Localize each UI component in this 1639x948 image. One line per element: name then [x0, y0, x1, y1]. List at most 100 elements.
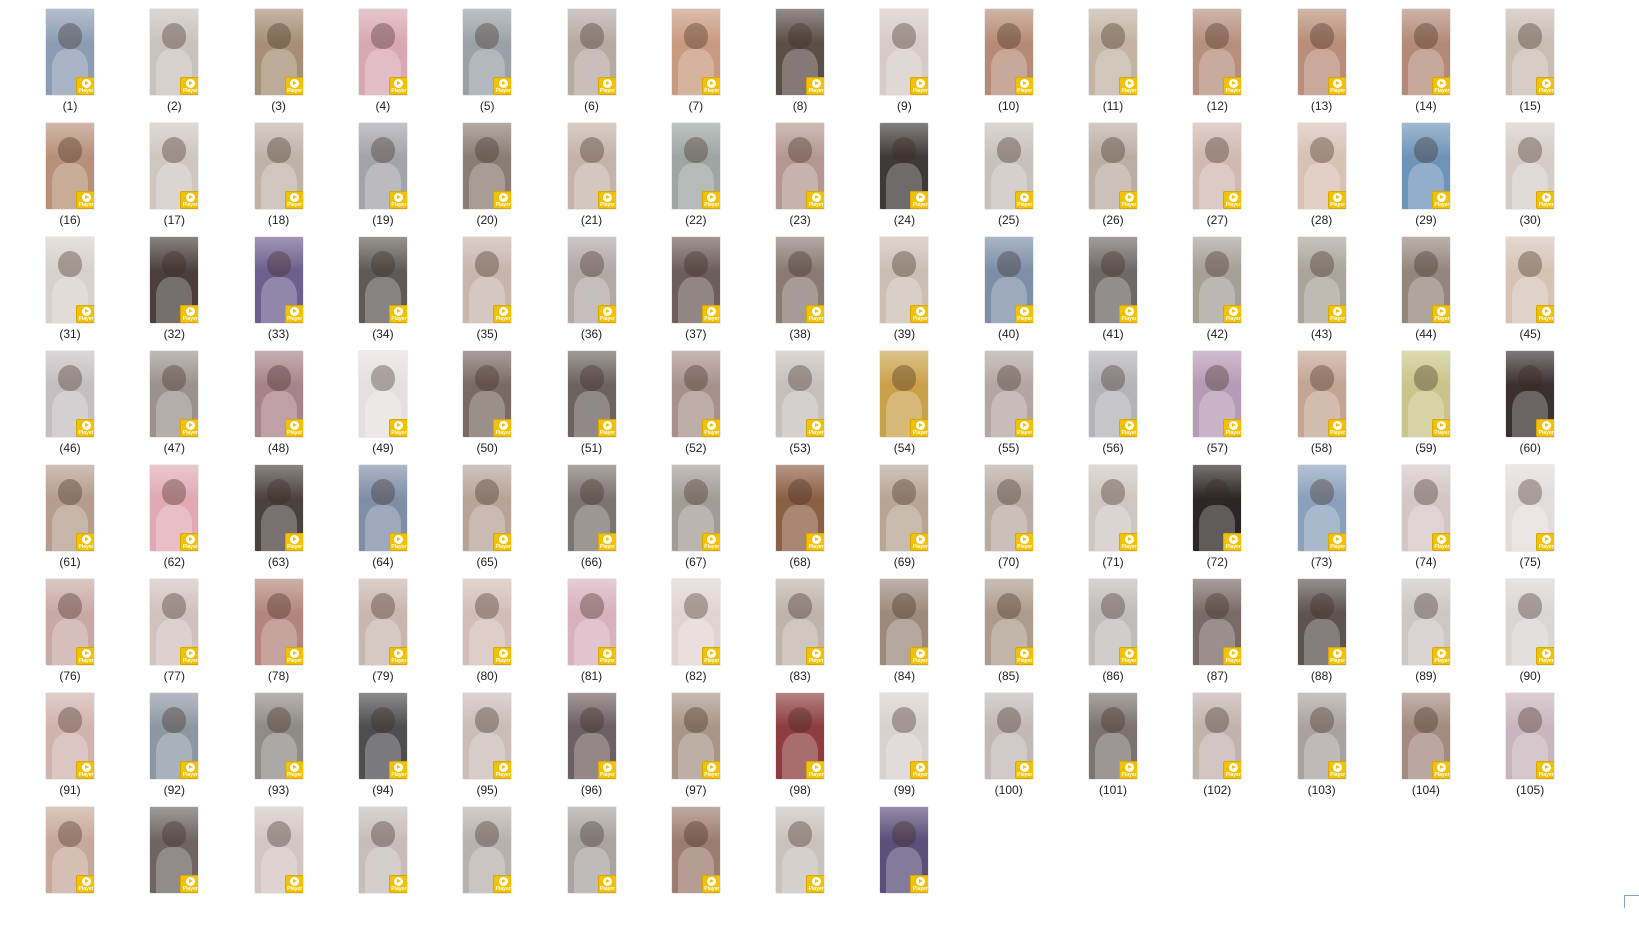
video-thumbnail[interactable]: Player — [358, 579, 407, 665]
video-thumbnail[interactable]: Player — [1297, 237, 1346, 323]
file-thumbnail-item[interactable]: Player (3) — [227, 0, 331, 114]
file-thumbnail-item[interactable]: Player (60) — [1478, 342, 1582, 456]
file-thumbnail-item[interactable]: Player (29) — [1374, 114, 1478, 228]
video-thumbnail[interactable]: Player — [1089, 237, 1137, 323]
video-thumbnail[interactable]: Player — [984, 123, 1033, 209]
video-thumbnail[interactable]: Player — [150, 237, 199, 323]
file-thumbnail-item[interactable]: Player (37) — [644, 228, 748, 342]
file-thumbnail-item[interactable]: Player (76) — [18, 570, 122, 684]
file-thumbnail-item[interactable]: Player (75) — [1478, 456, 1582, 570]
video-thumbnail[interactable]: Player — [671, 123, 720, 209]
video-thumbnail[interactable]: Player — [1089, 693, 1137, 779]
video-thumbnail[interactable]: Player — [463, 237, 512, 323]
video-thumbnail[interactable]: Player — [984, 579, 1033, 665]
file-thumbnail-item[interactable]: Player (4) — [331, 0, 435, 114]
video-thumbnail[interactable]: Player — [463, 465, 512, 551]
file-thumbnail-item[interactable]: Player (25) — [957, 114, 1061, 228]
video-thumbnail[interactable]: Player — [567, 351, 616, 437]
video-thumbnail[interactable]: Player — [1089, 9, 1137, 95]
video-thumbnail[interactable]: Player — [1193, 465, 1242, 551]
video-thumbnail[interactable]: Player — [46, 9, 94, 95]
video-thumbnail[interactable]: Player — [671, 807, 720, 893]
file-thumbnail-item[interactable]: Player (7) — [644, 0, 748, 114]
file-thumbnail-item[interactable]: Player (51) — [540, 342, 644, 456]
file-thumbnail-item[interactable]: Player (46) — [18, 342, 122, 456]
video-thumbnail[interactable]: Player — [463, 351, 512, 437]
file-thumbnail-item[interactable]: Player (104) — [1374, 684, 1478, 798]
file-thumbnail-item[interactable]: Player (68) — [748, 456, 852, 570]
file-thumbnail-item[interactable]: Player (24) — [852, 114, 956, 228]
file-thumbnail-item[interactable]: Player (2) — [122, 0, 226, 114]
video-thumbnail[interactable]: Player — [1506, 237, 1555, 323]
file-thumbnail-item[interactable]: Player (71) — [1061, 456, 1165, 570]
file-thumbnail-item[interactable]: Player (28) — [1270, 114, 1374, 228]
file-thumbnail-item[interactable]: Player (48) — [227, 342, 331, 456]
video-thumbnail[interactable]: Player — [1193, 9, 1242, 95]
file-thumbnail-item[interactable]: Player (36) — [540, 228, 644, 342]
file-thumbnail-item[interactable]: Player (56) — [1061, 342, 1165, 456]
file-thumbnail-item[interactable]: Player (80) — [435, 570, 539, 684]
file-thumbnail-item[interactable]: Player (58) — [1270, 342, 1374, 456]
video-thumbnail[interactable]: Player — [880, 807, 929, 893]
file-thumbnail-item[interactable]: Player (6) — [540, 0, 644, 114]
file-thumbnail-item[interactable]: Player (83) — [748, 570, 852, 684]
video-thumbnail[interactable]: Player — [671, 237, 720, 323]
video-thumbnail[interactable]: Player — [254, 237, 303, 323]
file-thumbnail-item[interactable]: Player (14) — [1374, 0, 1478, 114]
video-thumbnail[interactable]: Player — [46, 465, 94, 551]
file-thumbnail-item[interactable]: Player — [331, 798, 435, 912]
file-thumbnail-item[interactable]: Player (39) — [852, 228, 956, 342]
video-thumbnail[interactable]: Player — [984, 9, 1033, 95]
file-thumbnail-item[interactable]: Player (64) — [331, 456, 435, 570]
video-thumbnail[interactable]: Player — [567, 237, 616, 323]
video-thumbnail[interactable]: Player — [46, 237, 94, 323]
video-thumbnail[interactable]: Player — [776, 123, 825, 209]
file-thumbnail-item[interactable]: Player (61) — [18, 456, 122, 570]
file-thumbnail-item[interactable]: Player (41) — [1061, 228, 1165, 342]
file-thumbnail-item[interactable]: Player (59) — [1374, 342, 1478, 456]
file-thumbnail-item[interactable]: Player (30) — [1478, 114, 1582, 228]
file-thumbnail-item[interactable]: Player (40) — [957, 228, 1061, 342]
video-thumbnail[interactable]: Player — [254, 9, 303, 95]
video-thumbnail[interactable]: Player — [984, 237, 1033, 323]
video-thumbnail[interactable]: Player — [358, 693, 407, 779]
file-thumbnail-item[interactable]: Player — [122, 798, 226, 912]
video-thumbnail[interactable]: Player — [671, 579, 720, 665]
video-thumbnail[interactable]: Player — [880, 123, 929, 209]
video-thumbnail[interactable]: Player — [880, 237, 929, 323]
video-thumbnail[interactable]: Player — [1401, 693, 1450, 779]
file-thumbnail-item[interactable]: Player (54) — [852, 342, 956, 456]
video-thumbnail[interactable]: Player — [46, 579, 94, 665]
file-thumbnail-item[interactable]: Player (13) — [1270, 0, 1374, 114]
video-thumbnail[interactable]: Player — [46, 351, 94, 437]
video-thumbnail[interactable]: Player — [776, 9, 825, 95]
file-thumbnail-item[interactable]: Player (72) — [1165, 456, 1269, 570]
file-thumbnail-item[interactable]: Player (86) — [1061, 570, 1165, 684]
file-thumbnail-item[interactable]: Player — [227, 798, 331, 912]
video-thumbnail[interactable]: Player — [150, 807, 199, 893]
video-thumbnail[interactable]: Player — [358, 237, 407, 323]
video-thumbnail[interactable]: Player — [463, 9, 512, 95]
video-thumbnail[interactable]: Player — [567, 123, 616, 209]
video-thumbnail[interactable]: Player — [1506, 123, 1555, 209]
file-thumbnail-item[interactable]: Player — [644, 798, 748, 912]
file-thumbnail-item[interactable]: Player (85) — [957, 570, 1061, 684]
file-thumbnail-item[interactable]: Player (19) — [331, 114, 435, 228]
file-thumbnail-item[interactable]: Player (10) — [957, 0, 1061, 114]
file-thumbnail-item[interactable]: Player (15) — [1478, 0, 1582, 114]
file-thumbnail-item[interactable]: Player (98) — [748, 684, 852, 798]
video-thumbnail[interactable]: Player — [567, 693, 616, 779]
video-thumbnail[interactable]: Player — [1297, 465, 1346, 551]
file-thumbnail-item[interactable]: Player (65) — [435, 456, 539, 570]
video-thumbnail[interactable]: Player — [1193, 579, 1242, 665]
file-thumbnail-item[interactable]: Player (79) — [331, 570, 435, 684]
video-thumbnail[interactable]: Player — [358, 9, 407, 95]
file-thumbnail-item[interactable]: Player (77) — [122, 570, 226, 684]
file-thumbnail-item[interactable]: Player (73) — [1270, 456, 1374, 570]
file-thumbnail-item[interactable]: Player (53) — [748, 342, 852, 456]
file-thumbnail-item[interactable]: Player (20) — [435, 114, 539, 228]
file-thumbnail-item[interactable]: Player (47) — [122, 342, 226, 456]
video-thumbnail[interactable]: Player — [254, 123, 303, 209]
file-thumbnail-item[interactable]: Player (42) — [1165, 228, 1269, 342]
video-thumbnail[interactable]: Player — [150, 351, 199, 437]
